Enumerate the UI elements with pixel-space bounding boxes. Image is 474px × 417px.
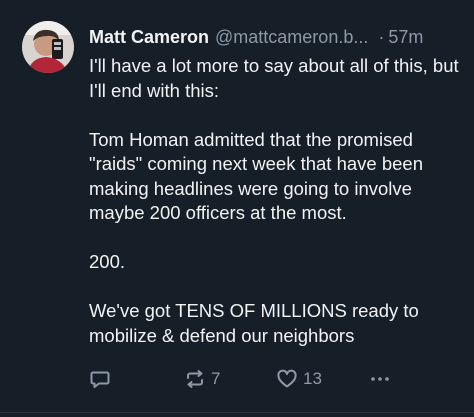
- meta-separator: ·: [378, 27, 385, 47]
- reply-button[interactable]: [89, 366, 111, 392]
- reply-icon: [90, 371, 110, 388]
- post-divider: [0, 412, 474, 413]
- post-header: Matt Cameron @mattcameron.b... · 57m: [89, 24, 459, 50]
- post-paragraph: Tom Homan admitted that the promised "ra…: [89, 128, 423, 224]
- heart-icon: [277, 369, 297, 388]
- post-card: Matt Cameron @mattcameron.b... · 57m I'l…: [0, 0, 474, 417]
- like-count: 13: [303, 369, 322, 388]
- avatar[interactable]: [22, 21, 74, 73]
- repost-icon: [187, 370, 203, 388]
- user-avatar-icon: [22, 21, 74, 73]
- post-paragraph: I'll have a lot more to say about all of…: [89, 55, 459, 101]
- like-button[interactable]: 13: [276, 366, 322, 392]
- author-display-name[interactable]: Matt Cameron: [89, 24, 209, 50]
- author-handle[interactable]: @mattcameron.b...: [215, 24, 368, 50]
- more-options-button[interactable]: [369, 366, 391, 392]
- more-icon: [371, 377, 389, 381]
- repost-button[interactable]: 7: [184, 366, 220, 392]
- post-paragraph: 200.: [89, 251, 126, 272]
- post-paragraph: We've got TENS OF MILLIONS ready to mobi…: [89, 300, 419, 346]
- post-text: I'll have a lot more to say about all of…: [89, 54, 464, 348]
- post-timestamp[interactable]: 57m: [388, 24, 423, 50]
- repost-count: 7: [211, 369, 221, 388]
- post-actions: 7 13: [89, 366, 409, 392]
